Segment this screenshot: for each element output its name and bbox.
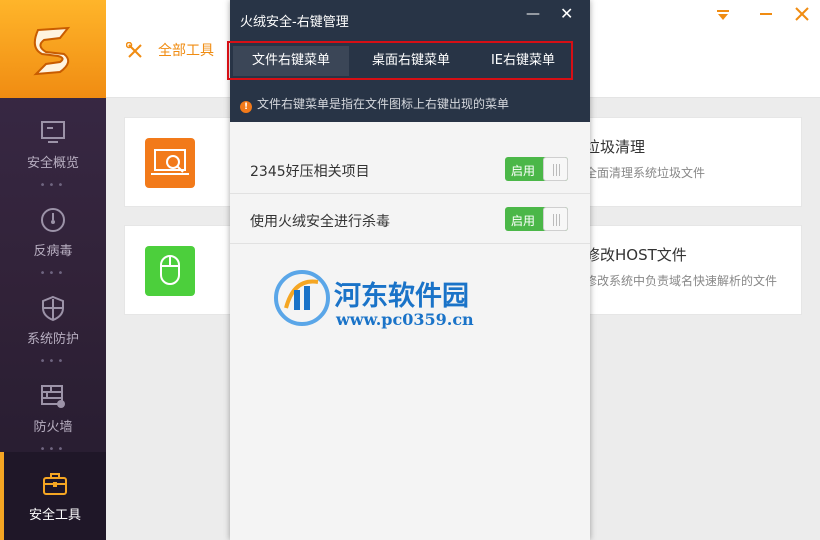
toggle-knob[interactable] xyxy=(543,207,568,231)
dialog-minimize-icon[interactable]: — xyxy=(526,6,540,22)
app-logo xyxy=(0,0,106,98)
toggle-label: 启用 xyxy=(511,214,536,228)
card-title: 垃圾清理 xyxy=(585,138,646,156)
warning-icon: ! xyxy=(240,101,252,113)
tab-bar: 文件右键菜单 桌面右键菜单 IE右键菜单 xyxy=(227,41,573,80)
notice-text: 文件右键菜单是指在文件图标上右键出现的菜单 xyxy=(257,97,510,111)
divider-dots: ••• xyxy=(39,268,67,279)
info-notice: ! 文件右键菜单是指在文件图标上右键出现的菜单 xyxy=(240,95,509,113)
menu-item-row: 使用火绒安全进行杀毒 启用 xyxy=(230,194,590,244)
shield-icon xyxy=(42,295,64,322)
laptop-search-icon xyxy=(145,138,195,188)
menu-item-label: 2345好压相关项目 xyxy=(250,164,370,180)
sidebar-item-antivirus[interactable]: 反病毒 xyxy=(0,206,106,259)
menu-item-label: 使用火绒安全进行杀毒 xyxy=(250,214,390,230)
tab-file-context-menu[interactable]: 文件右键菜单 xyxy=(233,46,349,76)
tools-icon xyxy=(126,42,142,58)
menu-item-row: 2345好压相关项目 启用 xyxy=(230,144,590,194)
enable-toggle[interactable]: 启用 xyxy=(505,207,568,231)
watermark-logo-icon xyxy=(274,270,330,326)
firewall-icon xyxy=(41,385,65,408)
sidebar: 安全概览 ••• 反病毒 ••• 系统防护 ••• 防火墙 ••• 安全工具 xyxy=(0,0,106,540)
enable-toggle[interactable]: 启用 xyxy=(505,157,568,181)
card-description: 全面清理系统垃圾文件 xyxy=(585,166,706,180)
sidebar-item-firewall[interactable]: 防火墙 xyxy=(0,382,106,435)
card-description: 修改系统中负责域名快速解析的文件 xyxy=(585,274,778,288)
sidebar-item-system-protection[interactable]: 系统防护 xyxy=(0,294,106,347)
sidebar-item-overview[interactable]: 安全概览 xyxy=(0,118,106,171)
sidebar-item-label: 反病毒 xyxy=(33,244,73,259)
sidebar-item-security-tools[interactable]: 安全工具 xyxy=(0,452,106,540)
divider-dots: ••• xyxy=(39,180,67,191)
toolbox-icon xyxy=(43,473,67,495)
minimize-icon[interactable] xyxy=(758,6,774,22)
watermark-name: 河东软件园 xyxy=(334,281,469,312)
sidebar-item-label: 系统防护 xyxy=(26,332,79,347)
monitor-icon xyxy=(41,121,65,143)
dialog-header: 火绒安全-右键管理 — ✕ 文件右键菜单 桌面右键菜单 IE右键菜单 ! 文件右键… xyxy=(227,0,590,122)
dialog-title: 火绒安全-右键管理 xyxy=(240,15,349,30)
sidebar-item-label: 安全概览 xyxy=(26,156,79,171)
close-icon[interactable] xyxy=(794,6,810,22)
all-tools-label: 全部工具 xyxy=(158,43,214,59)
flame-logo-icon xyxy=(33,26,71,76)
gauge-icon xyxy=(41,208,65,232)
sidebar-item-label: 防火墙 xyxy=(33,420,73,435)
tab-desktop-context-menu[interactable]: 桌面右键菜单 xyxy=(353,46,469,76)
card-title: 修改HOST文件 xyxy=(585,246,687,264)
dialog-close-icon[interactable]: ✕ xyxy=(560,4,573,23)
mouse-icon xyxy=(145,246,195,296)
toggle-label: 启用 xyxy=(511,164,536,178)
sidebar-item-label: 安全工具 xyxy=(28,508,81,523)
watermark-url: www.pc0359.cn xyxy=(336,310,474,329)
toggle-knob[interactable] xyxy=(543,157,568,181)
tab-ie-context-menu[interactable]: IE右键菜单 xyxy=(475,46,571,76)
divider-dots: ••• xyxy=(39,356,67,367)
site-watermark: 河东软件园 www.pc0359.cn xyxy=(272,268,474,332)
menu-dropdown-icon[interactable] xyxy=(716,8,730,22)
